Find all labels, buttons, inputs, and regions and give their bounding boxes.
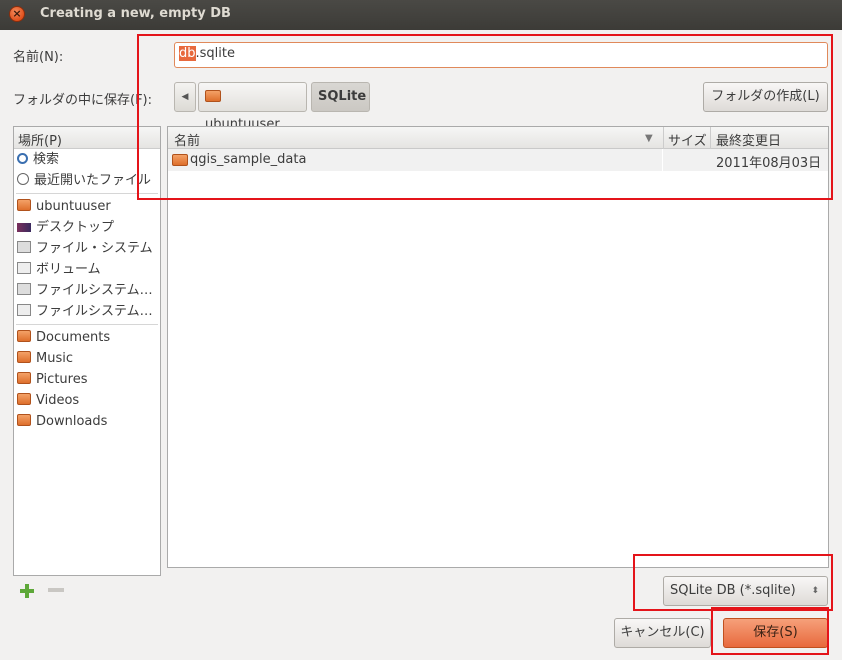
place-filesystem-2[interactable]: ファイルシステム… (14, 280, 160, 301)
save-in-label: フォルダの中に保存(F): (13, 93, 153, 108)
place-filesystem[interactable]: ファイル・システム (14, 238, 160, 259)
pictures-folder-icon (17, 372, 31, 384)
remove-bookmark-icon[interactable] (48, 588, 64, 592)
desktop-icon (17, 223, 31, 232)
drive-icon (17, 283, 31, 295)
place-desktop[interactable]: デスクトップ (14, 217, 160, 238)
videos-folder-icon (17, 393, 31, 405)
usb-drive-icon (17, 262, 31, 274)
place-music[interactable]: Music (14, 348, 160, 369)
documents-folder-icon (17, 330, 31, 342)
search-icon (17, 153, 28, 164)
music-folder-icon (17, 351, 31, 363)
add-bookmark-icon[interactable] (19, 583, 35, 599)
highlight-box (137, 34, 833, 200)
place-pictures[interactable]: Pictures (14, 369, 160, 390)
place-videos[interactable]: Videos (14, 390, 160, 411)
home-folder-icon (17, 199, 31, 211)
highlight-box (711, 607, 829, 655)
recent-icon (17, 173, 29, 185)
place-documents[interactable]: Documents (14, 327, 160, 348)
downloads-folder-icon (17, 414, 31, 426)
place-volume[interactable]: ボリューム (14, 259, 160, 280)
place-downloads[interactable]: Downloads (14, 411, 160, 432)
title-bar: × Creating a new, empty DB (0, 0, 842, 30)
usb-drive-icon (17, 304, 31, 316)
place-filesystem-3[interactable]: ファイルシステム… (14, 301, 160, 322)
window-title: Creating a new, empty DB (40, 6, 231, 21)
close-button[interactable]: × (9, 6, 25, 22)
highlight-box (633, 554, 833, 611)
cancel-button[interactable]: キャンセル(C) (614, 618, 711, 648)
drive-icon (17, 241, 31, 253)
name-label: 名前(N): (13, 50, 64, 65)
separator (16, 324, 158, 325)
